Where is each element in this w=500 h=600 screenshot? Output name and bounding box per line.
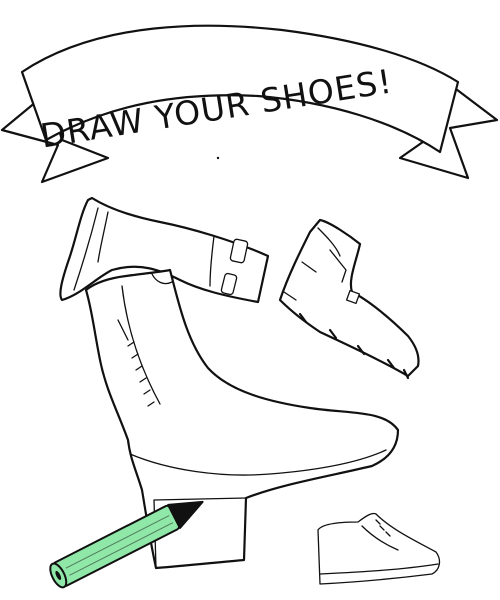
ribbon-banner-icon: DRAW YOUR SHOES! <box>0 24 499 184</box>
drawing-canvas[interactable]: DRAW YOUR SHOES! <box>0 0 500 600</box>
stray-dot <box>216 156 220 160</box>
sneaker-icon <box>317 512 441 585</box>
ski-boot-icon <box>278 218 420 380</box>
